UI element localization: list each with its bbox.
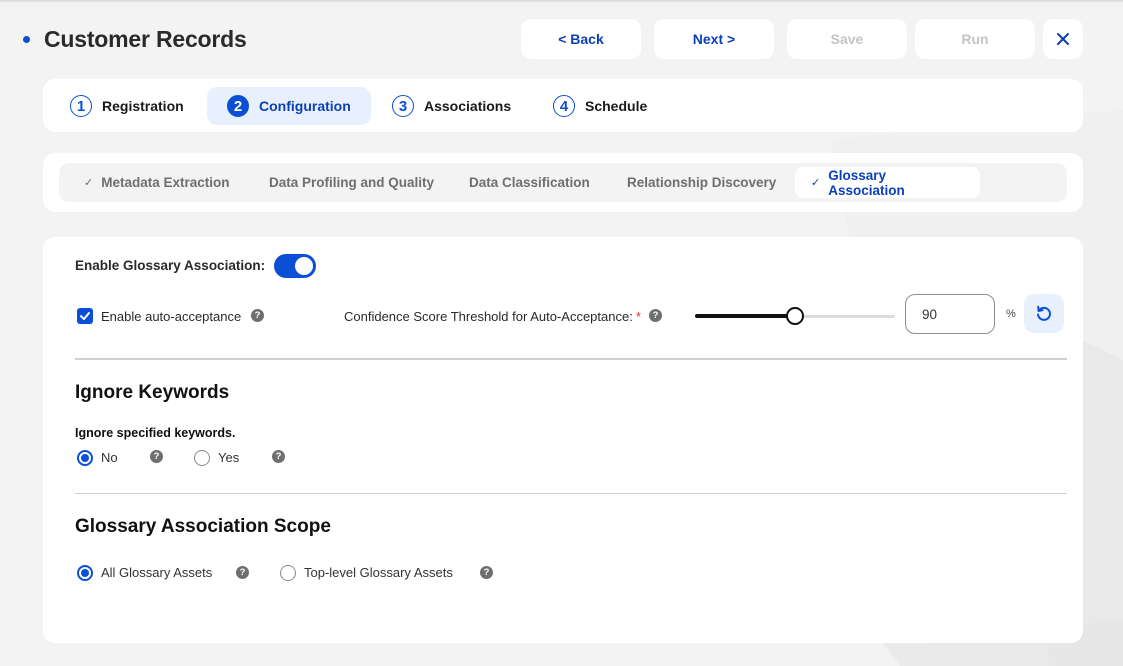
next-button[interactable]: Next >: [654, 19, 774, 59]
close-icon: [1057, 33, 1069, 45]
help-icon[interactable]: ?: [236, 566, 249, 579]
threshold-label-text: Confidence Score Threshold for Auto-Acce…: [344, 309, 633, 324]
threshold-slider[interactable]: [695, 306, 895, 326]
enable-glossary-toggle[interactable]: [274, 254, 316, 278]
step-number-4: 4: [553, 95, 575, 117]
auto-acceptance-checkbox[interactable]: [77, 308, 93, 324]
threshold-label: Confidence Score Threshold for Auto-Acce…: [344, 309, 641, 324]
help-icon[interactable]: ?: [150, 450, 163, 463]
percent-unit: %: [1006, 308, 1016, 320]
wizard-steps: 1 Registration 2 Configuration 3 Associa…: [43, 79, 1083, 132]
step-label: Configuration: [259, 98, 351, 114]
step-label: Associations: [424, 98, 512, 114]
step-registration[interactable]: 1 Registration: [50, 87, 204, 125]
tab-label: Glossary Association: [828, 167, 905, 198]
toggle-knob: [295, 257, 313, 275]
back-button[interactable]: < Back: [521, 19, 641, 59]
ignore-keywords-no-radio[interactable]: [77, 450, 93, 466]
substep-tabs: ✓ Metadata Extraction Data Profiling and…: [59, 163, 1067, 202]
help-icon[interactable]: ?: [272, 450, 285, 463]
page-title: Customer Records: [44, 26, 247, 52]
tab-label: Relationship Discovery: [627, 175, 777, 190]
step-number-1: 1: [70, 95, 92, 117]
header: Customer Records < Back Next > Save Run: [0, 0, 1123, 80]
tab-metadata-extraction[interactable]: ✓ Metadata Extraction: [68, 167, 246, 198]
reset-button[interactable]: [1024, 294, 1064, 333]
configuration-substeps: ✓ Metadata Extraction Data Profiling and…: [43, 153, 1083, 212]
tab-glossary-association[interactable]: ✓ Glossary Association: [795, 167, 980, 198]
divider: [75, 493, 1067, 494]
scope-top-level-radio[interactable]: [280, 565, 296, 581]
enable-glossary-label: Enable Glossary Association:: [75, 258, 266, 273]
radio-label-no[interactable]: No: [101, 450, 118, 465]
auto-acceptance-label: Enable auto-acceptance: [101, 309, 242, 324]
help-icon[interactable]: ?: [251, 309, 264, 322]
tab-label: Data Profiling and Quality: [269, 175, 435, 190]
check-icon: ✓: [811, 177, 821, 189]
status-dot: [23, 36, 30, 43]
tab-relationship-discovery[interactable]: Relationship Discovery: [611, 167, 792, 198]
radio-label-yes[interactable]: Yes: [218, 450, 239, 465]
step-number-3: 3: [392, 95, 414, 117]
radio-label-all-glossary-assets[interactable]: All Glossary Assets: [101, 565, 212, 580]
required-mark: *: [635, 309, 641, 324]
ignore-keywords-title: Ignore Keywords: [75, 382, 230, 403]
glossary-association-panel: Enable Glossary Association: Enable auto…: [43, 237, 1083, 643]
step-label: Schedule: [585, 98, 648, 114]
slider-thumb[interactable]: [786, 307, 804, 325]
tab-data-classification[interactable]: Data Classification: [453, 167, 606, 198]
scope-all-radio[interactable]: [77, 565, 93, 581]
step-associations[interactable]: 3 Associations: [372, 87, 531, 125]
checkmark-icon: [80, 312, 90, 320]
help-icon[interactable]: ?: [649, 309, 662, 322]
threshold-input[interactable]: [905, 294, 995, 334]
scope-title: Glossary Association Scope: [75, 516, 331, 537]
radio-label-top-level-glossary-assets[interactable]: Top-level Glossary Assets: [304, 565, 453, 580]
tab-label: Metadata Extraction: [101, 175, 230, 190]
reset-icon: [1037, 305, 1051, 321]
step-configuration[interactable]: 2 Configuration: [207, 87, 371, 125]
tab-label: Data Classification: [469, 175, 590, 190]
step-number-2: 2: [227, 95, 249, 117]
ignore-keywords-question: Ignore specified keywords.: [75, 426, 236, 440]
tab-data-profiling-and-quality[interactable]: Data Profiling and Quality: [253, 167, 450, 198]
ignore-keywords-yes-radio[interactable]: [194, 450, 210, 466]
help-icon[interactable]: ?: [480, 566, 493, 579]
step-schedule[interactable]: 4 Schedule: [533, 87, 667, 125]
divider: [75, 358, 1067, 360]
save-button[interactable]: Save: [787, 19, 907, 59]
close-button[interactable]: [1043, 19, 1083, 59]
run-button[interactable]: Run: [915, 19, 1035, 59]
slider-fill: [695, 314, 795, 318]
check-icon: ✓: [84, 177, 94, 189]
step-label: Registration: [102, 98, 184, 114]
